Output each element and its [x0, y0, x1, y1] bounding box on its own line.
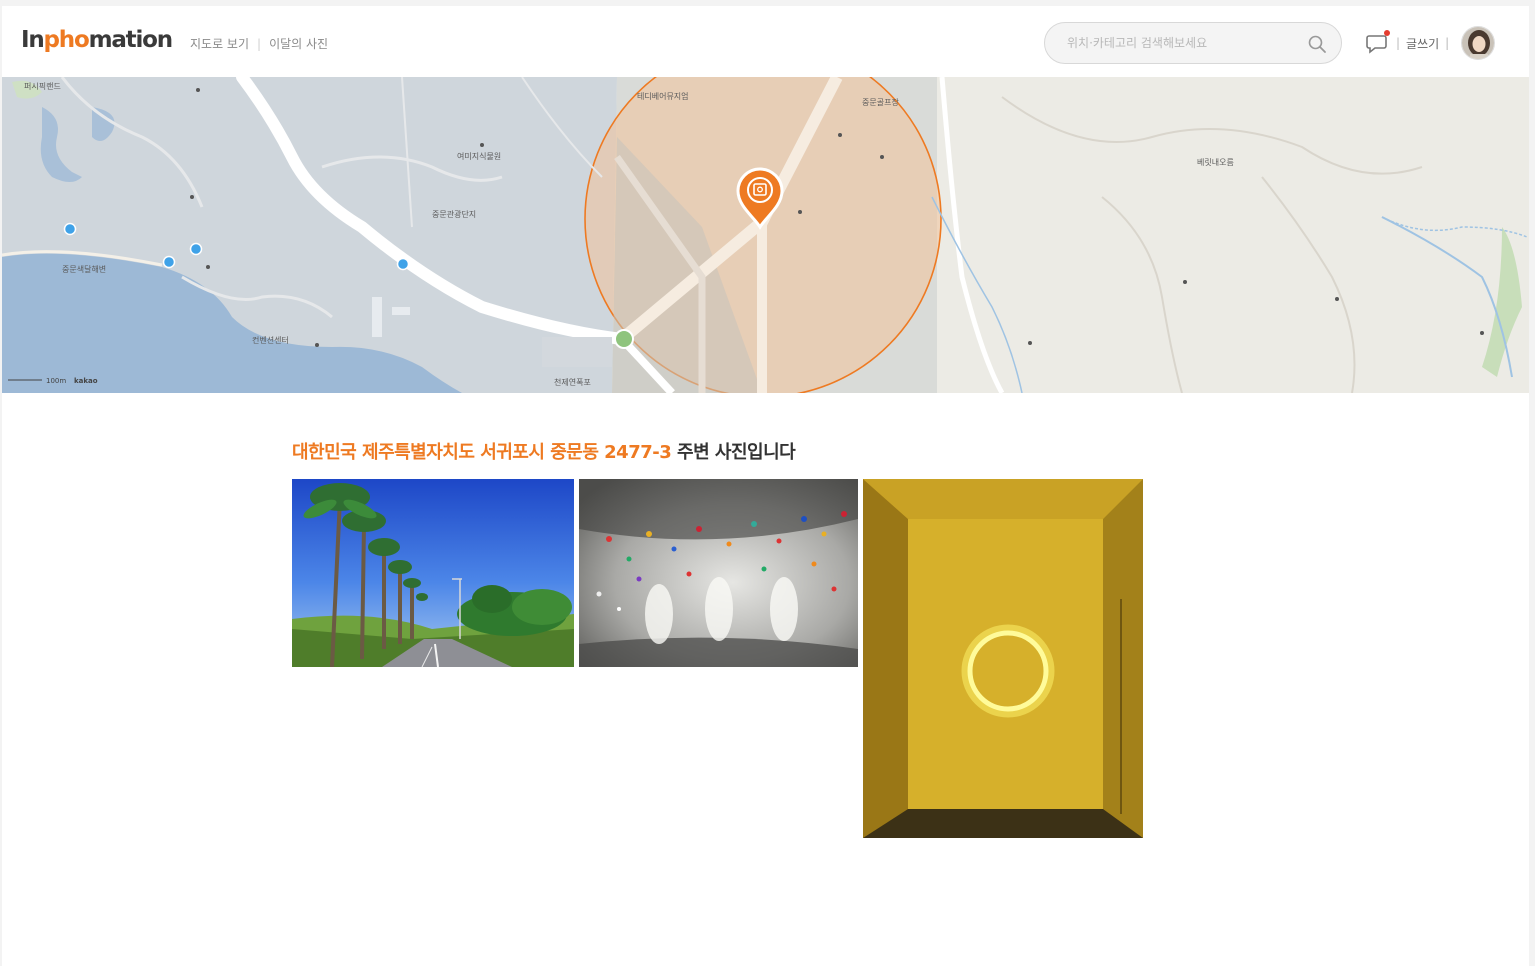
map-view[interactable]: 퍼시픽랜드 중문색달해변 컨벤션센터 중문관광단지 여미지식물원 테디베어뮤지엄…: [2, 77, 1529, 393]
header-divider: |: [1396, 36, 1401, 50]
nav-item-map-view[interactable]: 지도로 보기: [190, 35, 249, 52]
page: Inphomation 지도로 보기 | 이달의 사진 | 글쓰기 |: [2, 6, 1529, 966]
map-label: 여미지식물원: [457, 151, 501, 161]
main-nav: 지도로 보기 | 이달의 사진: [190, 35, 328, 52]
logo-accent: pho: [43, 27, 90, 53]
search-box: [1044, 22, 1342, 64]
map-scale: 100m: [46, 377, 66, 385]
logo-suffix: mation: [88, 27, 174, 53]
nav-item-monthly-photo[interactable]: 이달의 사진: [269, 35, 328, 52]
headline-address: 대한민국 제주특별자치도 서귀포시 중문동 2477-3: [292, 442, 672, 463]
palm-road-photo[interactable]: [292, 479, 574, 667]
neon-ring-photo[interactable]: [863, 479, 1143, 838]
nav-divider: |: [257, 36, 262, 51]
location-headline: 대한민국 제주특별자치도 서귀포시 중문동 2477-3 주변 사진입니다: [292, 438, 796, 464]
header-actions: | 글쓰기 |: [1366, 26, 1496, 60]
logo[interactable]: Inphomation: [21, 27, 174, 53]
gallery-wall-photo[interactable]: [579, 479, 858, 667]
write-button[interactable]: 글쓰기: [1406, 35, 1439, 52]
map-provider: kakao: [74, 377, 98, 385]
map-label: 중문관광단지: [432, 209, 476, 219]
headline-suffix: 주변 사진입니다: [671, 442, 796, 463]
map-label: 베릿내오름: [1197, 157, 1234, 167]
map-label: 컨벤션센터: [252, 335, 289, 345]
notification-dot: [1384, 30, 1390, 36]
map-label: 중문색달해변: [62, 264, 106, 274]
header-divider: |: [1445, 36, 1450, 50]
logo-prefix: In: [21, 27, 45, 53]
map-label: 퍼시픽랜드: [24, 81, 61, 91]
search-icon[interactable]: [1307, 34, 1327, 54]
map-label: 테디베어뮤지엄: [637, 91, 689, 101]
map-label: 천제연폭포: [554, 377, 591, 387]
avatar[interactable]: [1461, 26, 1496, 60]
chat-icon[interactable]: [1366, 30, 1390, 54]
top-header: Inphomation 지도로 보기 | 이달의 사진 | 글쓰기 |: [2, 6, 1529, 77]
map-label: 중문골프장: [862, 97, 899, 107]
search-input[interactable]: [1067, 33, 1297, 53]
